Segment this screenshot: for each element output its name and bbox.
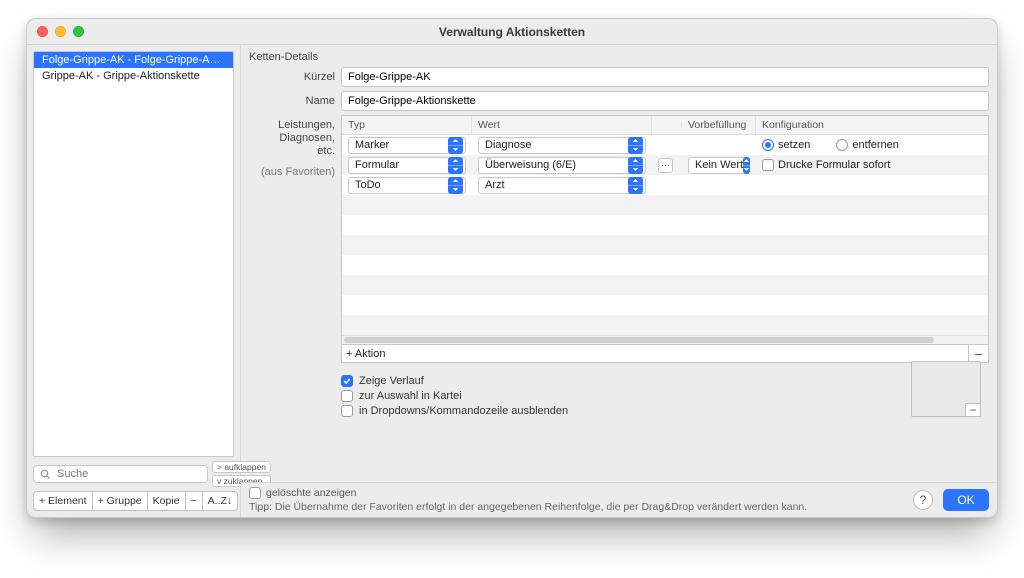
stepper-icon bbox=[628, 137, 643, 154]
col-spacer bbox=[652, 122, 682, 128]
table-row bbox=[342, 215, 988, 235]
copy-button[interactable]: Kopie bbox=[148, 491, 186, 511]
dropdown-ausblenden-label: in Dropdowns/Kommandozeile ausblenden bbox=[359, 405, 568, 417]
actions-table: Typ Wert Vorbefüllung Konfiguration Mark… bbox=[341, 115, 989, 345]
titlebar: Verwaltung Aktionsketten bbox=[27, 19, 997, 45]
stepper-icon bbox=[743, 157, 750, 174]
chain-list-item[interactable]: Folge-Grippe-AK - Folge-Grippe-Akt... bbox=[34, 52, 233, 68]
stepper-icon bbox=[628, 157, 643, 174]
table-row bbox=[342, 315, 988, 335]
name-input[interactable] bbox=[341, 91, 989, 111]
table-row bbox=[342, 275, 988, 295]
stepper-icon bbox=[448, 177, 463, 194]
table-row: Formular Überweisung (6/E) ⋯ Kein Wert Druck… bbox=[342, 155, 988, 175]
dropdown-ausblenden-checkbox[interactable] bbox=[341, 405, 353, 417]
stepper-icon bbox=[628, 177, 643, 194]
close-window-button[interactable] bbox=[37, 26, 48, 37]
add-action-button[interactable]: + Aktion bbox=[342, 345, 968, 362]
minimize-window-button[interactable] bbox=[55, 26, 66, 37]
footer-hint: Tipp: Die Übernahme der Favoriten erfolg… bbox=[249, 501, 903, 513]
footer: gelöschte anzeigen Tipp: Die Übernahme d… bbox=[241, 482, 997, 517]
col-konfig: Konfiguration bbox=[756, 116, 988, 134]
zeige-verlauf-checkbox[interactable] bbox=[341, 375, 353, 387]
table-row bbox=[342, 235, 988, 255]
wert-select[interactable]: Arzt bbox=[478, 177, 646, 194]
zur-auswahl-checkbox[interactable] bbox=[341, 390, 353, 402]
preview-remove-button[interactable]: − bbox=[965, 403, 981, 417]
kuerzel-label: Kürzel bbox=[249, 67, 335, 84]
konfig-radio-setzen-label: setzen bbox=[778, 139, 810, 151]
chain-list[interactable]: Folge-Grippe-AK - Folge-Grippe-Akt... Gr… bbox=[33, 51, 234, 457]
col-wert: Wert bbox=[472, 116, 652, 134]
typ-select[interactable]: Marker bbox=[348, 137, 466, 154]
add-element-button[interactable]: + Element bbox=[33, 491, 93, 511]
actions-table-header: Typ Wert Vorbefüllung Konfiguration bbox=[342, 116, 988, 135]
konfig-checkbox-label: Drucke Formular sofort bbox=[778, 159, 890, 171]
ellipsis-button[interactable]: ⋯ bbox=[658, 158, 673, 173]
sidebar-toolbar: + Element + Gruppe Kopie − A..Z↓ bbox=[33, 491, 234, 511]
show-deleted-checkbox[interactable] bbox=[249, 487, 261, 499]
remove-button[interactable]: − bbox=[186, 491, 203, 511]
zoom-window-button[interactable] bbox=[73, 26, 84, 37]
horizontal-scrollbar[interactable] bbox=[342, 335, 988, 344]
detail-pane: Ketten-Details Kürzel Name Leistungen, D… bbox=[241, 45, 997, 517]
search-icon bbox=[40, 469, 51, 480]
konfig-radio-setzen[interactable] bbox=[762, 139, 774, 151]
col-vorb: Vorbefüllung bbox=[682, 116, 756, 134]
table-row bbox=[342, 255, 988, 275]
zeige-verlauf-label: Zeige Verlauf bbox=[359, 375, 424, 387]
table-row bbox=[342, 295, 988, 315]
typ-select[interactable]: Formular bbox=[348, 157, 466, 174]
zur-auswahl-label: zur Auswahl in Kartei bbox=[359, 390, 462, 402]
konfig-radio-entfernen-label: entfernen bbox=[852, 139, 898, 151]
name-label: Name bbox=[249, 91, 335, 108]
table-row bbox=[342, 195, 988, 215]
sidebar: Folge-Grippe-AK - Folge-Grippe-Akt... Gr… bbox=[27, 45, 241, 517]
show-deleted-label: gelöschte anzeigen bbox=[266, 487, 357, 499]
remove-action-button[interactable]: − bbox=[968, 345, 988, 362]
help-button[interactable]: ? bbox=[913, 490, 933, 510]
sort-az-button[interactable]: A..Z↓ bbox=[203, 491, 239, 511]
detail-checkboxes: Zeige Verlauf zur Auswahl in Kartei in D… bbox=[341, 367, 989, 417]
wert-select[interactable]: Überweisung (6/E) bbox=[478, 157, 646, 174]
typ-select[interactable]: ToDo bbox=[348, 177, 466, 194]
chain-list-item[interactable]: Grippe-AK - Grippe-Aktionskette bbox=[34, 68, 233, 84]
search-input[interactable] bbox=[33, 465, 208, 483]
add-group-button[interactable]: + Gruppe bbox=[93, 491, 148, 511]
konfig-checkbox[interactable] bbox=[762, 159, 774, 171]
window: Verwaltung Aktionsketten Folge-Grippe-AK… bbox=[26, 18, 998, 518]
stepper-icon bbox=[448, 157, 463, 174]
vorbefuellung-select[interactable]: Kein Wert bbox=[688, 157, 750, 174]
ok-button[interactable]: OK bbox=[943, 489, 989, 511]
table-row: ToDo Arzt bbox=[342, 175, 988, 195]
col-typ: Typ bbox=[342, 116, 472, 134]
kuerzel-input[interactable] bbox=[341, 67, 989, 87]
preview-thumbnail: − bbox=[911, 361, 981, 417]
window-title: Verwaltung Aktionsketten bbox=[27, 25, 997, 39]
stepper-icon bbox=[448, 137, 463, 154]
leistungen-label: Leistungen, Diagnosen, etc. (aus Favorit… bbox=[249, 115, 335, 179]
detail-section-title: Ketten-Details bbox=[241, 45, 997, 67]
search-field[interactable] bbox=[55, 467, 201, 481]
wert-select[interactable]: Diagnose bbox=[478, 137, 646, 154]
table-row: Marker Diagnose setzen entfernen bbox=[342, 135, 988, 155]
konfig-radio-entfernen[interactable] bbox=[836, 139, 848, 151]
add-action-row: + Aktion − bbox=[341, 345, 989, 363]
